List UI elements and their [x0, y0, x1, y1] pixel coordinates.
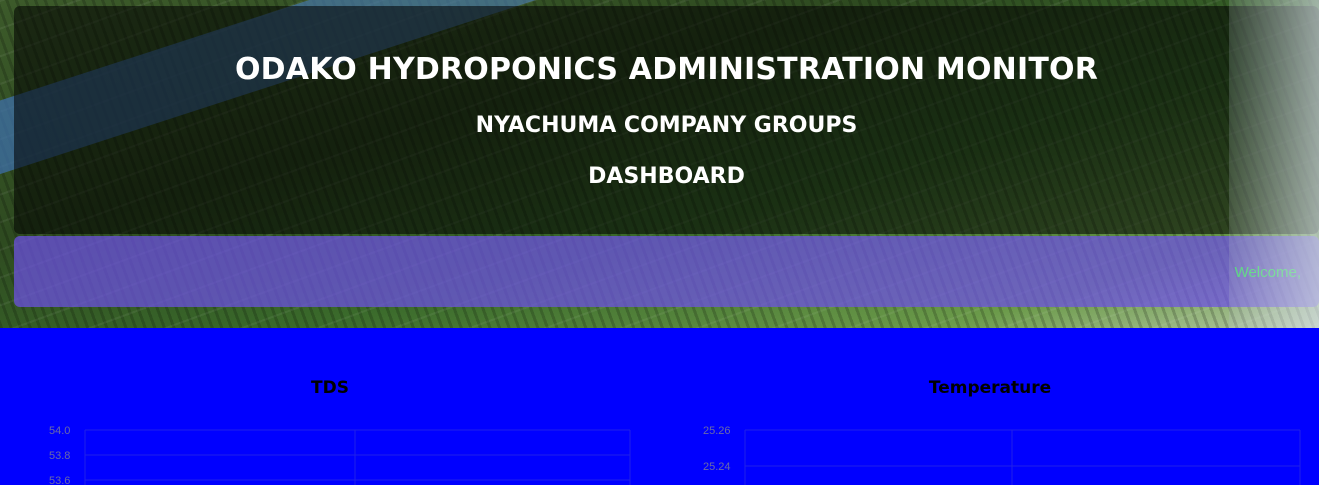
- temperature-chart-canvas: 25.26 25.24: [703, 425, 1301, 485]
- welcome-bar: Welcome,: [14, 236, 1319, 307]
- header-card: ODAKO HYDROPONICS ADMINISTRATION MONITOR…: [14, 6, 1319, 234]
- y-tick-label: 54.0: [49, 425, 70, 437]
- temperature-chart: Temperature 25.26 25.24: [660, 328, 1319, 485]
- app-title: ODAKO HYDROPONICS ADMINISTRATION MONITOR: [234, 52, 1099, 87]
- charts-panel: TDS 54.0 53.8 53.6 Temperature 25.26 25.24: [0, 328, 1319, 485]
- company-name: NYACHUMA COMPANY GROUPS: [475, 113, 858, 138]
- welcome-text: Welcome,: [1234, 264, 1301, 281]
- y-tick-label: 53.8: [49, 450, 70, 462]
- y-tick-label: 25.24: [703, 461, 731, 473]
- hero-background: ODAKO HYDROPONICS ADMINISTRATION MONITOR…: [0, 0, 1319, 328]
- y-tick-label: 25.26: [703, 425, 731, 437]
- tds-chart-canvas: 54.0 53.8 53.6: [49, 425, 631, 485]
- tds-chart: TDS 54.0 53.8 53.6: [0, 328, 660, 485]
- y-tick-label: 53.6: [49, 475, 70, 485]
- page-title: DASHBOARD: [588, 164, 745, 189]
